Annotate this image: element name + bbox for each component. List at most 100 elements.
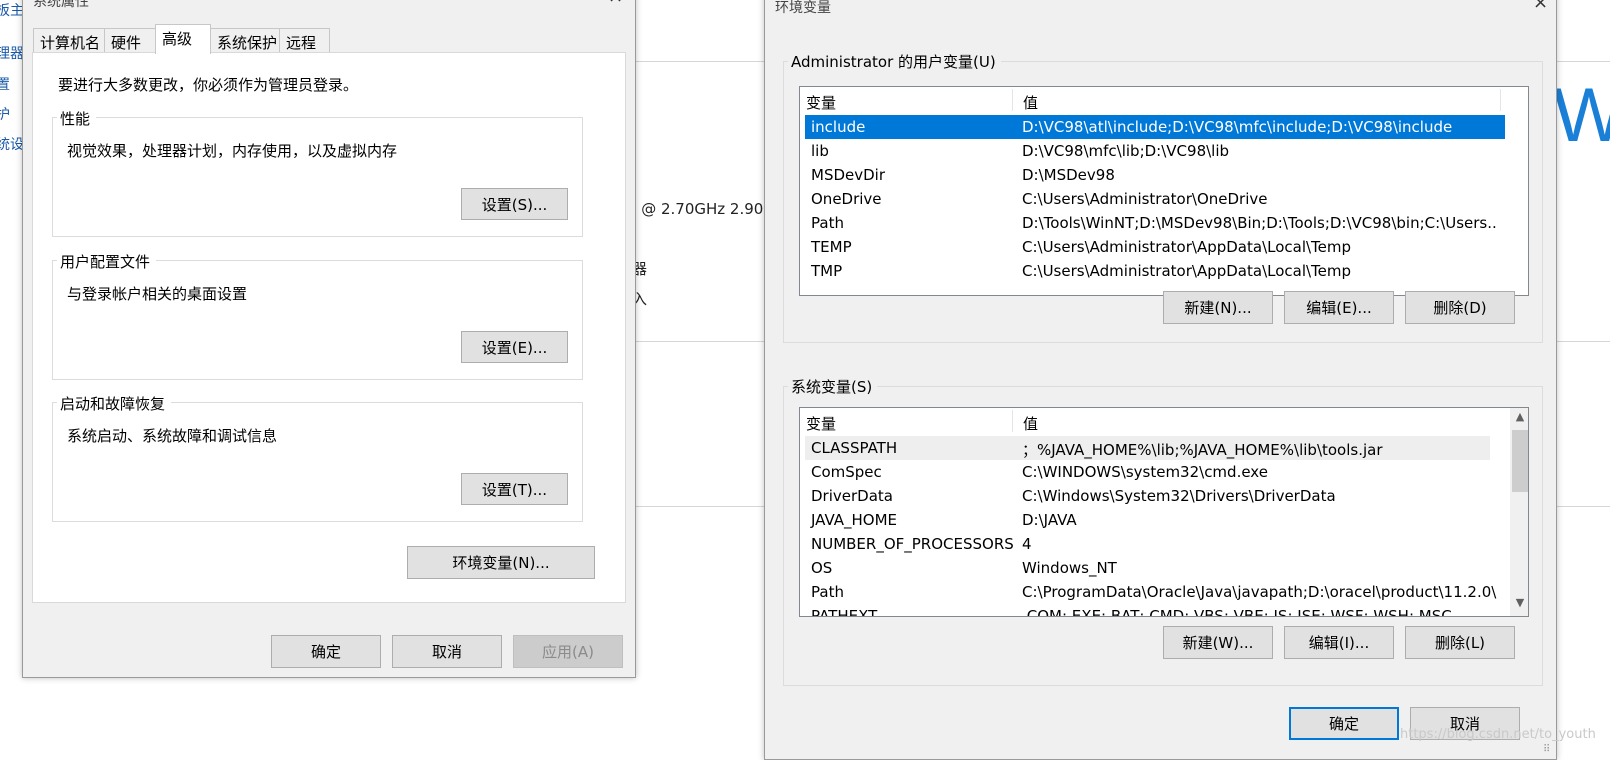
variable-name: OS	[811, 559, 833, 577]
ok-button[interactable]: 确定	[271, 635, 381, 668]
variable-name: TEMP	[811, 238, 852, 256]
table-row[interactable]: TMP C:\Users\Administrator\AppData\Local…	[805, 259, 1505, 283]
table-row[interactable]: PATHEXT .COM;.EXE;.BAT;.CMD;.VBS;.VBE;.J…	[805, 604, 1490, 616]
table-row[interactable]: CLASSPATH ；%JAVA_HOME%\lib;%JAVA_HOME%\l…	[805, 436, 1490, 460]
startup-recovery-title: 启动和故障恢复	[57, 393, 172, 414]
tab-hardware[interactable]: 硬件	[104, 28, 156, 53]
table-row[interactable]: DriverData C:\Windows\System32\Drivers\D…	[805, 484, 1490, 508]
user-variables-list[interactable]: 变量 值 include D:\VC98\atl\include;D:\VC98…	[799, 86, 1529, 296]
list-header: 变量 值	[800, 408, 1500, 434]
startup-recovery-settings-button[interactable]: 设置(T)...	[461, 473, 568, 505]
windows-brand-logo: Win	[1557, 80, 1610, 158]
environment-variables-button[interactable]: 环境变量(N)...	[407, 546, 595, 579]
variable-value: Windows_NT	[1022, 559, 1117, 577]
background-sidebar-item[interactable]: 统设	[0, 134, 24, 154]
variable-name: TMP	[811, 262, 843, 280]
scroll-up-icon[interactable]: ▲	[1511, 410, 1528, 427]
variable-value: D:\Tools\WinNT;D:\MSDev98\Bin;D:\Tools;D…	[1022, 214, 1497, 232]
performance-desc: 视觉效果，处理器计划，内存使用，以及虚拟内存	[67, 142, 398, 160]
variable-name: lib	[811, 142, 829, 160]
tab-system-protection[interactable]: 系统保护	[210, 28, 280, 53]
variable-name: JAVA_HOME	[811, 511, 898, 529]
column-header-variable[interactable]: 变量	[806, 413, 836, 434]
dialog-title: 环境变量	[775, 0, 831, 16]
table-row[interactable]: lib D:\VC98\mfc\lib;D:\VC98\lib	[805, 139, 1505, 163]
user-variables-section: Administrator 的用户变量(U) 变量 值 include D:\V…	[783, 51, 1543, 343]
variable-name: NUMBER_OF_PROCESSORS	[811, 535, 1014, 553]
variable-value: D:\VC98\atl\include;D:\VC98\mfc\include;…	[1022, 118, 1453, 136]
user-new-button[interactable]: 新建(N)...	[1163, 291, 1273, 324]
tab-computer-name[interactable]: 计算机名	[33, 28, 105, 53]
column-separator	[1500, 89, 1501, 111]
system-variables-list[interactable]: 变量 值 CLASSPATH ；%JAVA_HOME%\lib;%JAVA_HO…	[799, 407, 1529, 617]
user-edit-button[interactable]: 编辑(E)...	[1284, 291, 1394, 324]
system-edit-button[interactable]: 编辑(I)...	[1284, 626, 1394, 659]
variable-value: D:\JAVA	[1022, 511, 1077, 529]
variable-value: C:\Users\Administrator\AppData\Local\Tem…	[1022, 262, 1352, 280]
variable-value: C:\WINDOWS\system32\cmd.exe	[1022, 463, 1268, 481]
user-profiles-desc: 与登录帐户相关的桌面设置	[67, 285, 248, 303]
variable-name: OneDrive	[811, 190, 882, 208]
variable-value: ；%JAVA_HOME%\lib;%JAVA_HOME%\lib\tools.j…	[1022, 441, 1383, 459]
background-divider	[1557, 506, 1610, 507]
column-header-value[interactable]: 值	[1023, 92, 1038, 113]
background-divider	[1557, 341, 1610, 342]
variable-name: CLASSPATH	[811, 439, 898, 457]
startup-recovery-desc: 系统启动、系统故障和调试信息	[67, 427, 278, 445]
variable-value: C:\ProgramData\Oracle\Java\javapath;D:\o…	[1022, 583, 1497, 601]
table-row[interactable]: MSDevDir D:\MSDev98	[805, 163, 1505, 187]
table-row[interactable]: OneDrive C:\Users\Administrator\OneDrive	[805, 187, 1505, 211]
resize-grip-icon[interactable]: ⠿	[1543, 744, 1550, 755]
background-divider	[636, 506, 764, 507]
performance-title: 性能	[57, 108, 97, 129]
background-sidebar-item[interactable]: 理器	[0, 43, 24, 63]
background-divider	[1557, 61, 1610, 62]
table-row[interactable]: include D:\VC98\atl\include;D:\VC98\mfc\…	[805, 115, 1505, 139]
table-row[interactable]: Path D:\Tools\WinNT;D:\MSDev98\Bin;D:\To…	[805, 211, 1505, 235]
user-profiles-settings-button[interactable]: 设置(E)...	[461, 331, 568, 363]
background-brand-clip: Win	[1557, 80, 1610, 160]
close-icon[interactable]: ×	[608, 0, 623, 7]
system-new-button[interactable]: 新建(W)...	[1163, 626, 1273, 659]
variable-value: .COM;.EXE;.BAT;.CMD;.VBS;.VBE;.JS;.JSE;.…	[1022, 607, 1452, 617]
dialog-title: 系统属性	[33, 0, 89, 10]
table-row[interactable]: ComSpec C:\WINDOWS\system32\cmd.exe	[805, 460, 1490, 484]
system-properties-dialog: 系统属性 × 计算机名 硬件 高级 系统保护 远程 要进行大多数更改，你必须作为…	[22, 0, 636, 678]
tab-advanced[interactable]: 高级	[155, 24, 211, 54]
background-sidebar-item[interactable]: 板主	[0, 0, 24, 20]
system-variables-title: 系统变量(S)	[788, 376, 878, 397]
background-sidebar-item[interactable]: 置	[0, 74, 10, 94]
table-row[interactable]: JAVA_HOME D:\JAVA	[805, 508, 1490, 532]
system-delete-button[interactable]: 删除(L)	[1405, 626, 1515, 659]
advanced-tab-panel: 要进行大多数更改，你必须作为管理员登录。 性能 视觉效果，处理器计划，内存使用，…	[32, 52, 626, 603]
user-delete-button[interactable]: 删除(D)	[1405, 291, 1515, 324]
table-row[interactable]: OS Windows_NT	[805, 556, 1490, 580]
list-header: 变量 值	[800, 87, 1501, 113]
performance-settings-button[interactable]: 设置(S)...	[461, 188, 568, 220]
background-sidebar-item[interactable]: 护	[0, 104, 10, 124]
background-divider	[636, 61, 764, 62]
admin-notice: 要进行大多数更改，你必须作为管理员登录。	[58, 76, 359, 94]
background-cpu-text: J @ 2.70GHz 2.90	[632, 200, 764, 218]
background-divider	[636, 341, 764, 342]
variable-value: D:\MSDev98	[1022, 166, 1115, 184]
tab-remote[interactable]: 远程	[279, 28, 330, 53]
table-row[interactable]: Path C:\ProgramData\Oracle\Java\javapath…	[805, 580, 1497, 604]
cancel-button[interactable]: 取消	[392, 635, 502, 668]
system-variables-section: 系统变量(S) 变量 值 CLASSPATH ；%JAVA_HOME%\lib;…	[783, 376, 1543, 686]
variable-name: Path	[811, 583, 844, 601]
env-ok-button[interactable]: 确定	[1289, 707, 1399, 740]
variable-value: C:\Windows\System32\Drivers\DriverData	[1022, 487, 1336, 505]
column-separator	[1012, 89, 1013, 111]
table-row[interactable]: TEMP C:\Users\Administrator\AppData\Loca…	[805, 235, 1505, 259]
column-header-value[interactable]: 值	[1023, 413, 1038, 434]
table-row[interactable]: NUMBER_OF_PROCESSORS 4	[805, 532, 1490, 556]
variable-name: ComSpec	[811, 463, 882, 481]
vertical-scrollbar[interactable]: ▲ ▼	[1510, 408, 1528, 616]
environment-variables-dialog: 环境变量 × Administrator 的用户变量(U) 变量 值 inclu…	[764, 0, 1557, 760]
scrollbar-thumb[interactable]	[1512, 430, 1528, 492]
column-header-variable[interactable]: 变量	[806, 92, 836, 113]
apply-button[interactable]: 应用(A)	[513, 635, 623, 668]
close-icon[interactable]: ×	[1533, 0, 1548, 13]
scroll-down-icon[interactable]: ▼	[1511, 596, 1528, 613]
